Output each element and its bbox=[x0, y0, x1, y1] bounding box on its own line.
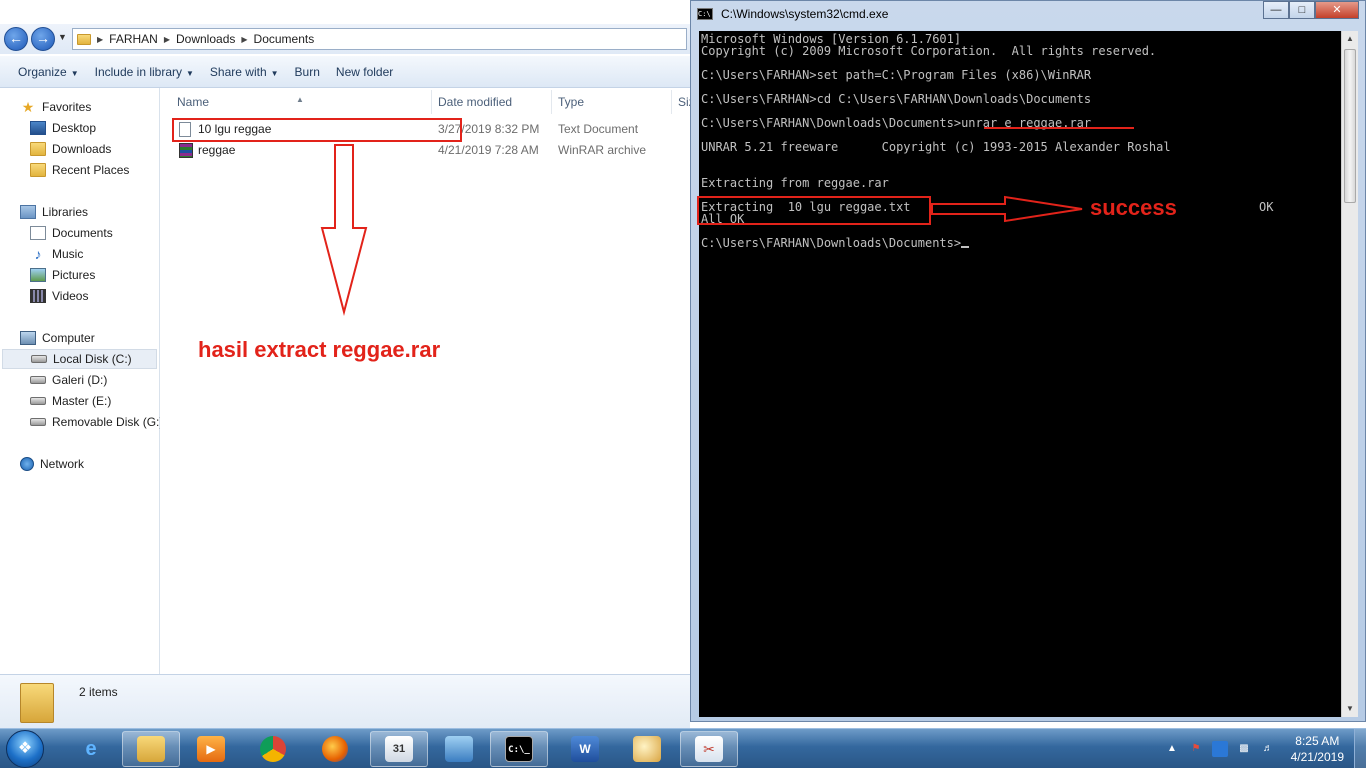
tray-app-icon[interactable] bbox=[1212, 741, 1228, 757]
taskbar: ❖ e ▶ 31 C:\_ W ✂ ▲ ⚑ ▩ ♬ 8:25 AM 4/21/2… bbox=[0, 728, 1366, 768]
chrome-icon bbox=[260, 736, 286, 762]
taskbar-calendar-app[interactable]: 31 bbox=[370, 731, 428, 767]
start-button[interactable]: ❖ bbox=[6, 730, 44, 768]
photo-viewer-icon bbox=[445, 736, 473, 762]
folder-icon bbox=[137, 736, 165, 762]
clock-date: 4/21/2019 bbox=[1290, 750, 1344, 764]
volume-icon[interactable]: ♬ bbox=[1260, 741, 1276, 757]
taskbar-firefox[interactable] bbox=[306, 731, 364, 767]
word-icon: W bbox=[571, 736, 599, 762]
taskbar-cmd[interactable]: C:\_ bbox=[490, 731, 548, 767]
command-underline bbox=[984, 127, 1134, 129]
internet-explorer-icon: e bbox=[85, 738, 97, 760]
scissors-icon: ✂ bbox=[695, 736, 723, 762]
signal-icon[interactable]: ▩ bbox=[1236, 741, 1252, 757]
show-desktop-button[interactable] bbox=[1354, 729, 1366, 768]
taskbar-explorer[interactable] bbox=[122, 731, 180, 767]
paint-palette-icon bbox=[633, 736, 661, 762]
taskbar-word[interactable]: W bbox=[556, 731, 614, 767]
cmd-icon: C:\_ bbox=[505, 736, 533, 762]
flag-icon[interactable]: ⚑ bbox=[1188, 741, 1204, 757]
annotation-label-success: success bbox=[1090, 195, 1177, 220]
taskbar-snipping-tool[interactable]: ✂ bbox=[680, 731, 738, 767]
clock[interactable]: 8:25 AM 4/21/2019 bbox=[1291, 733, 1344, 765]
taskbar-media-player[interactable]: ▶ bbox=[182, 731, 240, 767]
annotation-arrows bbox=[320, 144, 1083, 316]
taskbar-chrome[interactable] bbox=[244, 731, 302, 767]
firefox-icon bbox=[322, 736, 348, 762]
taskbar-paint[interactable] bbox=[618, 731, 676, 767]
media-player-icon: ▶ bbox=[197, 736, 225, 762]
annotation-label-extract: hasil extract reggae.rar bbox=[198, 337, 441, 362]
taskbar-internet-explorer[interactable]: e bbox=[62, 731, 120, 767]
right-arrow bbox=[931, 195, 1083, 223]
taskbar-photo-viewer[interactable] bbox=[430, 731, 488, 767]
show-hidden-icons[interactable]: ▲ bbox=[1164, 741, 1180, 757]
clock-time: 8:25 AM bbox=[1295, 734, 1340, 748]
down-arrow bbox=[320, 144, 368, 316]
calendar-icon: 31 bbox=[385, 736, 413, 762]
highlight-box-extracting bbox=[697, 196, 931, 225]
